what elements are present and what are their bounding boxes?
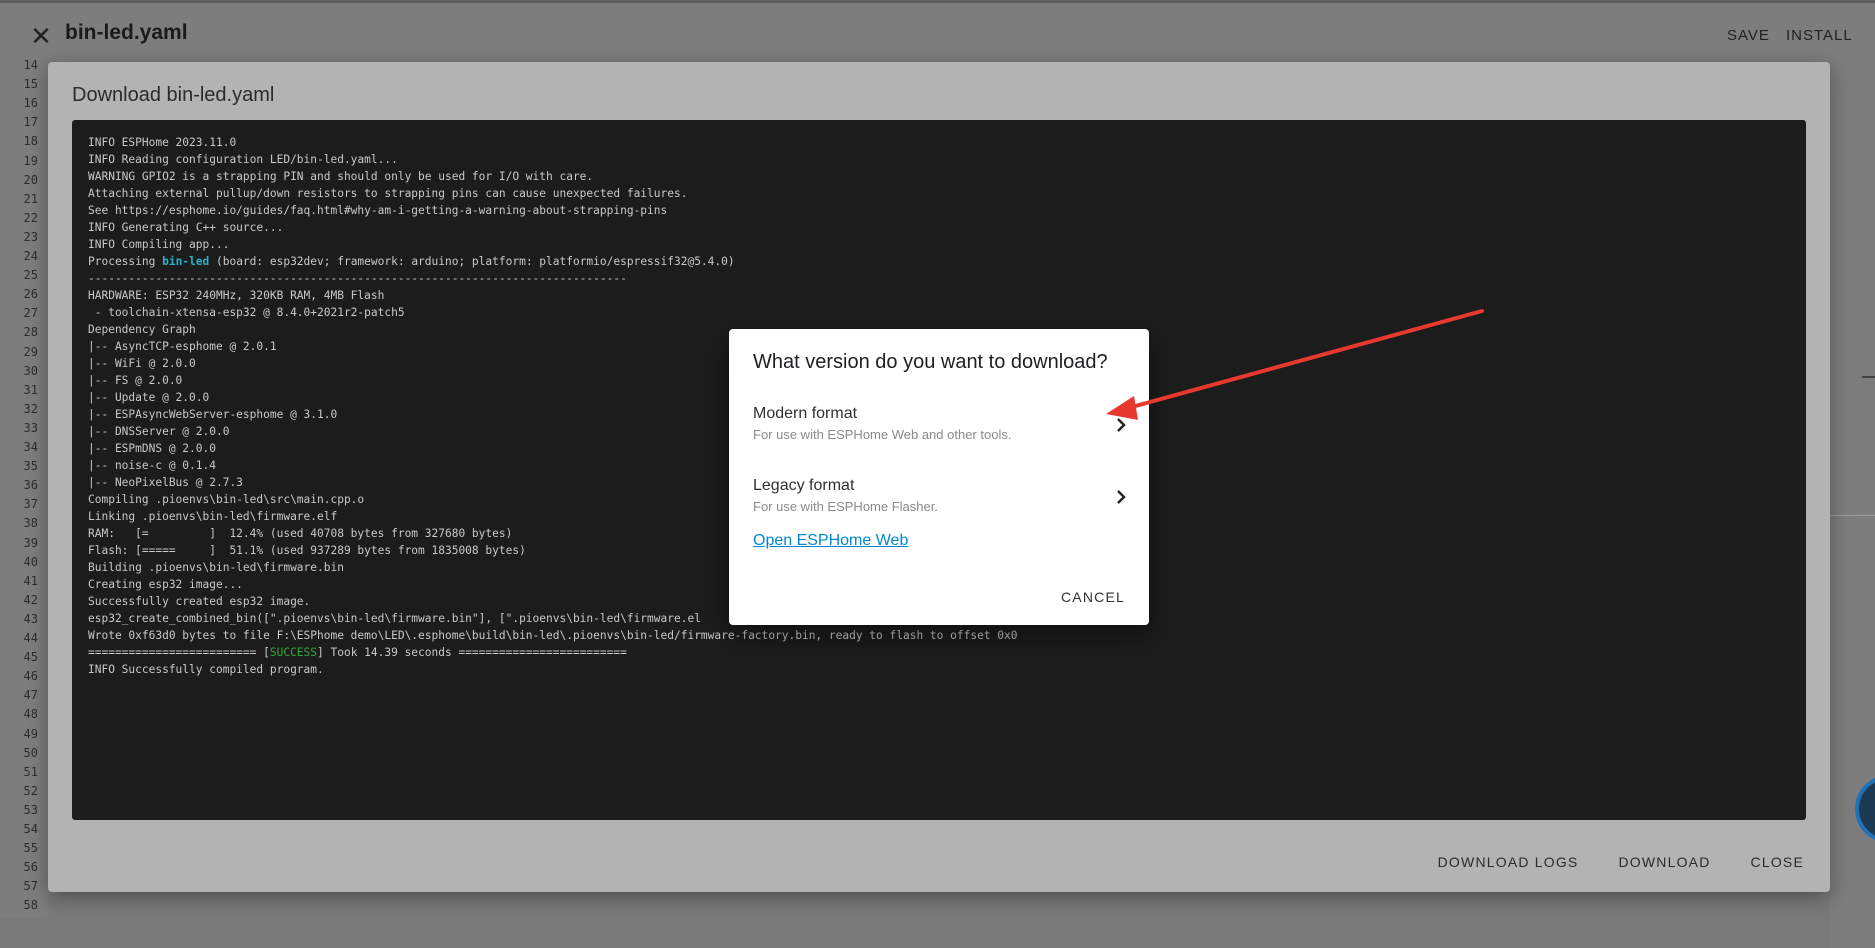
log-line: ----------------------------------------… [88,272,627,285]
log-line: Processing bin-led (board: esp32dev; fra… [88,253,1790,270]
log-line: WARNING GPIO2 is a strapping PIN and sho… [88,170,594,183]
line-number: 43 [23,611,38,626]
line-number: 57 [23,879,38,894]
line-number: 15 [23,77,38,92]
line-number: 42 [23,592,38,607]
line-number: 51 [23,764,38,779]
modern-format-option[interactable]: Modern format For use with ESPHome Web a… [729,395,1149,455]
line-number: 16 [23,96,38,111]
file-title: bin-led.yaml [65,21,188,44]
line-number: 28 [23,325,38,340]
line-number: 35 [23,459,38,474]
log-text: Processing [88,255,163,268]
line-number: 54 [23,822,38,836]
line-number: 25 [23,268,38,283]
line-number: 41 [23,573,38,588]
log-text: (board: esp32dev; framework: arduino; pl… [209,255,735,268]
log-line: See https://esphome.io/guides/faq.html#w… [88,204,668,217]
option-title: Legacy format [753,477,855,494]
save-button[interactable]: SAVE [1727,27,1770,44]
line-number: 21 [23,191,38,206]
cancel-button[interactable]: CANCEL [1055,583,1131,611]
download-logs-button[interactable]: DOWNLOAD LOGS [1430,848,1587,876]
option-title: Modern format [753,405,858,422]
line-number: 24 [23,249,38,263]
install-button[interactable]: INSTALL [1786,27,1853,44]
log-line: INFO Compiling app... [88,238,230,251]
download-button[interactable]: DOWNLOAD [1610,848,1718,876]
line-number: 38 [23,516,38,531]
log-line: HARDWARE: ESP32 240MHz, 320KB RAM, 4MB F… [88,289,385,302]
line-number: 53 [23,802,38,817]
project-name: bin-led [162,255,210,268]
option-subtitle: For use with ESPHome Flasher. [753,499,938,514]
line-number: 45 [23,650,38,665]
dialog-title: Download bin-led.yaml [72,84,275,106]
line-number: 34 [23,440,38,454]
line-number: 26 [23,287,38,302]
option-subtitle: For use with ESPHome Web and other tools… [753,427,1012,442]
line-number: 30 [23,363,38,378]
line-number: 44 [23,631,38,645]
line-number: 14 [23,58,38,72]
log-line: Wrote 0xf63d0 bytes to file F:\ESPhome d… [88,629,1018,642]
line-number: 29 [23,344,38,359]
log-line: INFO ESPHome 2023.11.0 [88,136,237,149]
chevron-right-icon [1117,418,1126,432]
dialog-title: What version do you want to download? [753,351,1108,373]
divider [1862,376,1875,378]
legacy-format-option[interactable]: Legacy format For use with ESPHome Flash… [729,467,1149,527]
line-number: 18 [23,134,38,149]
log-line: Attaching external pullup/down resistors… [88,187,688,200]
line-number: 31 [23,382,38,397]
line-number: 20 [23,172,38,187]
line-number: 32 [23,401,38,416]
version-dialog: What version do you want to download? Mo… [729,329,1149,625]
line-number: 36 [23,478,38,493]
line-number: 50 [23,745,38,760]
line-number: 22 [23,210,38,225]
line-number: 19 [23,153,38,168]
line-number: 56 [23,860,38,875]
log-text: ] Took 14.39 seconds ===================… [317,646,627,659]
log-line: ========================= [SUCCESS] Took… [88,644,1790,661]
dialog-actions: DOWNLOAD LOGS DOWNLOAD CLOSE [1430,848,1812,876]
open-esphome-web-link[interactable]: Open ESPHome Web [753,532,908,550]
log-line: INFO Successfully compiled program. [88,663,324,676]
line-number: 23 [23,229,38,244]
line-number: 55 [23,841,38,856]
close-button[interactable]: CLOSE [1743,848,1812,876]
log-line: INFO Reading configuration LED/bin-led.y… [88,153,398,166]
line-number: 52 [23,783,38,798]
line-number: 48 [23,707,38,722]
chevron-right-icon [1117,490,1126,504]
line-number: 33 [23,420,38,435]
close-icon[interactable]: ✕ [30,23,52,49]
line-number: 58 [23,898,38,913]
line-number-gutter: 14 15 16 17 18 19 20 21 22 23 24 25 26 27 28 29 30 31 32 33… [0,58,48,918]
line-number: 46 [23,669,38,684]
line-number: 40 [23,554,38,569]
line-number: 47 [23,688,38,703]
log-line: - toolchain-xtensa-esp32 @ 8.4.0+2021r2-… [88,306,405,319]
line-number: 27 [23,306,38,321]
line-number: 39 [23,535,38,550]
line-number: 17 [23,115,38,130]
line-number: 49 [23,726,38,741]
log-line: INFO Generating C++ source... [88,221,284,234]
log-text: ========================= [ [88,646,270,659]
divider [1830,515,1875,516]
editor-header: ✕ bin-led.yaml SAVE INSTALL [0,0,1875,62]
success-label: SUCCESS [269,646,318,659]
line-number: 37 [23,497,38,512]
